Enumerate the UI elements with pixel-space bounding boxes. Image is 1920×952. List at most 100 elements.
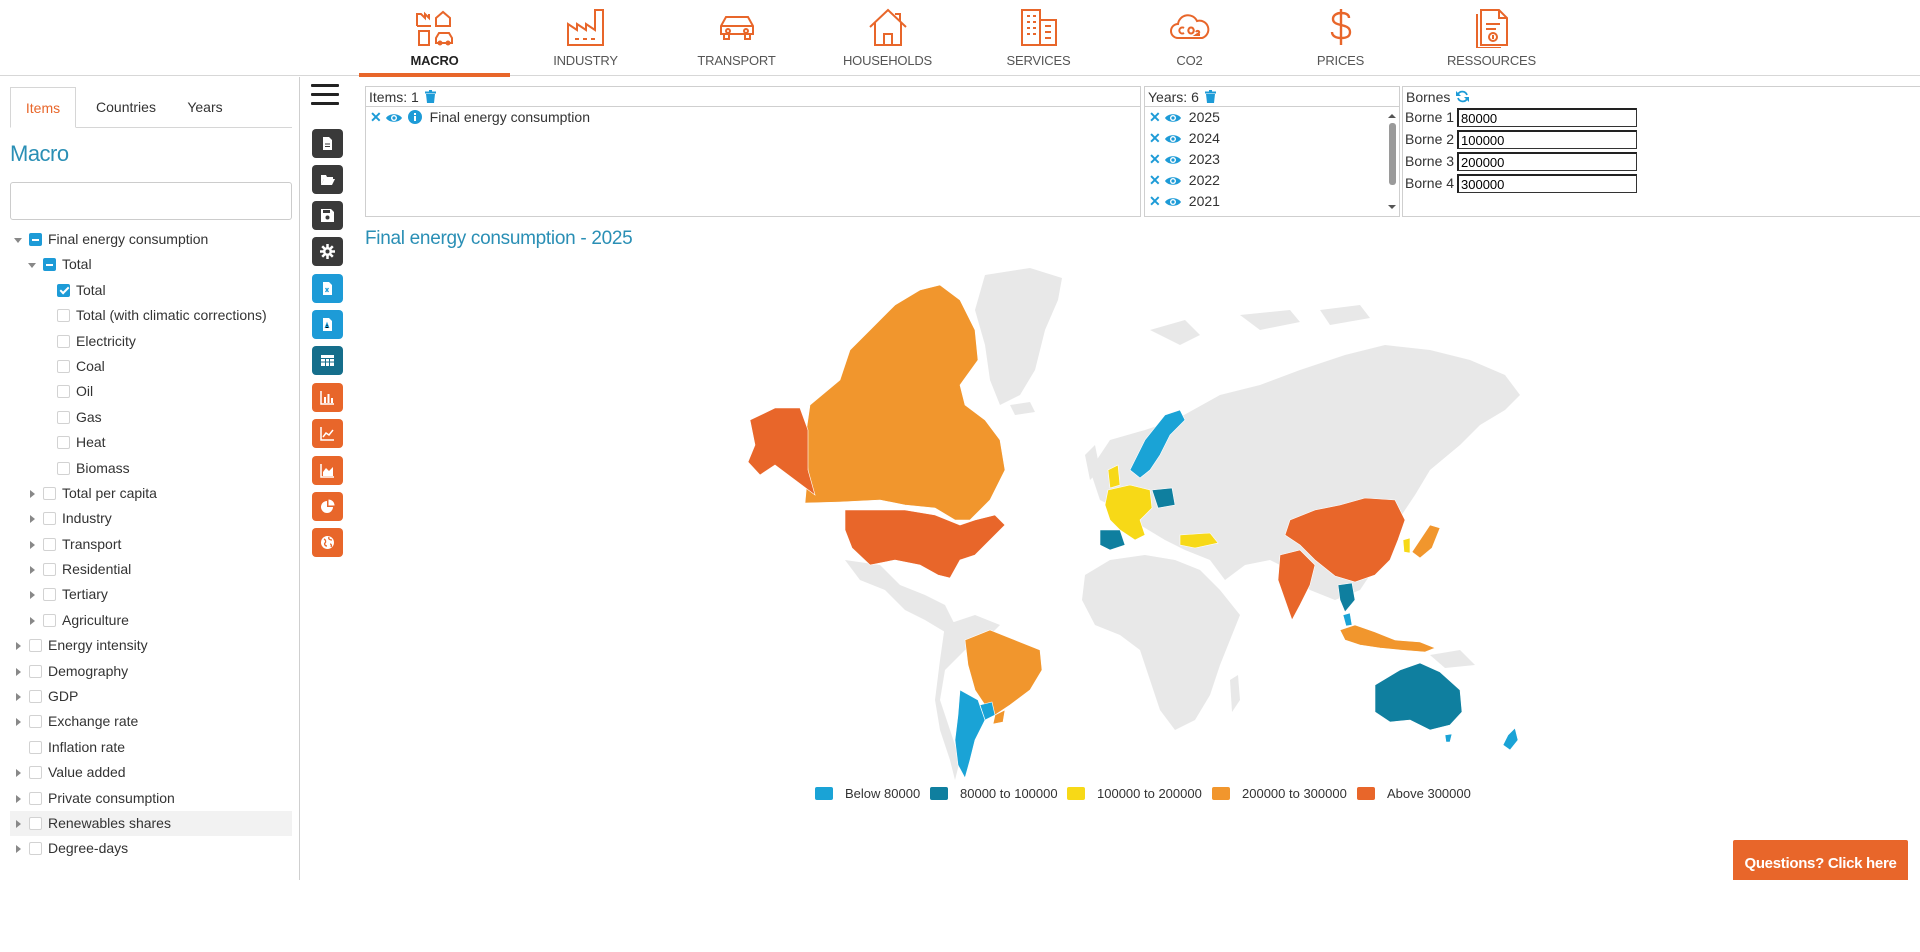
table-view-button[interactable] (312, 346, 343, 375)
eye-icon[interactable] (1164, 112, 1181, 124)
tree-checkbox[interactable] (57, 436, 70, 450)
tree-item[interactable]: Oil (10, 379, 292, 404)
tree-item[interactable]: Tertiary (10, 582, 292, 607)
tree-checkbox[interactable] (43, 486, 56, 500)
tree-item[interactable]: Energy intensity (10, 633, 292, 658)
tree-item[interactable]: Gas (10, 405, 292, 430)
tree-item[interactable]: Renewables shares (10, 810, 292, 837)
tree-checkbox[interactable] (57, 385, 70, 399)
tree-checkbox[interactable] (43, 613, 56, 627)
tree-checkbox[interactable] (29, 690, 42, 704)
pdf-export-button[interactable] (312, 310, 343, 339)
eye-icon[interactable] (1164, 154, 1181, 166)
nav-prices[interactable]: PRICES (1265, 0, 1416, 76)
expand-caret-icon[interactable] (16, 718, 21, 727)
legend-item[interactable]: Below 80000 (815, 784, 920, 804)
trash-icon[interactable] (1204, 90, 1216, 103)
region-canada[interactable] (804, 284, 1006, 521)
region-tasmania[interactable] (1444, 733, 1453, 743)
info-icon[interactable] (407, 110, 422, 124)
tree-item[interactable]: Total per capita (10, 481, 292, 506)
scroll-down-arrow-icon[interactable] (1387, 203, 1397, 211)
tree-item[interactable]: Total (10, 252, 292, 277)
remove-icon[interactable]: ✕ (1149, 149, 1161, 170)
region-new-zealand[interactable] (1502, 727, 1519, 751)
tree-checkbox[interactable] (57, 410, 70, 424)
borne-1-input[interactable] (1457, 108, 1637, 127)
borne-3-input[interactable] (1457, 152, 1637, 171)
tree-checkbox[interactable] (57, 309, 70, 323)
expand-caret-icon[interactable] (16, 667, 21, 676)
tree-checkbox[interactable] (57, 334, 70, 348)
scroll-thumb[interactable] (1389, 123, 1396, 185)
region-alaska[interactable] (747, 407, 816, 496)
tree-item[interactable]: Total (with climatic corrections) (10, 303, 292, 328)
borne-4-input[interactable] (1457, 174, 1637, 193)
tab-years[interactable]: Years (175, 87, 235, 128)
tree-checkbox[interactable] (29, 816, 42, 830)
bar-chart-button[interactable] (312, 383, 343, 412)
region-argentina[interactable] (954, 689, 986, 779)
legend-item[interactable]: 100000 to 200000 (1067, 784, 1202, 804)
open-folder-button[interactable] (312, 165, 343, 194)
expand-caret-icon[interactable] (16, 693, 21, 702)
expand-caret-icon[interactable] (16, 769, 21, 778)
tab-countries[interactable]: Countries (86, 87, 166, 128)
region-iberia[interactable] (1099, 529, 1126, 551)
new-file-button[interactable] (312, 129, 343, 158)
legend-item[interactable]: Above 300000 (1357, 784, 1471, 804)
excel-export-button[interactable] (312, 274, 343, 303)
remove-icon[interactable]: ✕ (1149, 170, 1161, 191)
save-button[interactable] (312, 201, 343, 230)
region-australia[interactable] (1374, 662, 1463, 731)
hamburger-menu-icon[interactable] (311, 84, 339, 108)
nav-industry[interactable]: INDUSTRY (510, 0, 661, 76)
region-thailand[interactable] (1337, 582, 1356, 613)
expand-caret-icon[interactable] (16, 642, 21, 651)
expand-caret-icon[interactable] (16, 794, 21, 803)
tree-checkbox[interactable] (29, 791, 42, 805)
tree-checkbox[interactable] (43, 512, 56, 526)
region-india[interactable] (1277, 549, 1316, 621)
tree-item[interactable]: Heat (10, 430, 292, 455)
legend-item[interactable]: 80000 to 100000 (930, 784, 1058, 804)
eye-icon[interactable] (1164, 196, 1181, 208)
tree-checkbox[interactable] (43, 588, 56, 602)
tree-checkbox[interactable] (57, 461, 70, 475)
tree-item[interactable]: Value added (10, 760, 292, 785)
tree-item[interactable]: Coal (10, 354, 292, 379)
tree-checkbox[interactable] (29, 233, 42, 246)
tree-checkbox[interactable] (57, 359, 70, 373)
tree-item[interactable]: Total (10, 278, 292, 303)
tree-item[interactable]: Electricity (10, 329, 292, 354)
region-malaysia[interactable] (1342, 612, 1353, 627)
region-japan[interactable] (1411, 524, 1441, 559)
tree-checkbox[interactable] (29, 842, 42, 856)
tree-checkbox[interactable] (43, 563, 56, 577)
tree-item[interactable]: Transport (10, 532, 292, 557)
expand-caret-icon[interactable] (30, 591, 35, 600)
remove-icon[interactable]: ✕ (1149, 107, 1161, 128)
expand-caret-icon[interactable] (16, 819, 21, 828)
borne-2-input[interactable] (1457, 130, 1637, 149)
questions-button[interactable]: Questions? Click here (1733, 840, 1908, 880)
tree-item[interactable]: Agriculture (10, 608, 292, 633)
tree-checkbox[interactable] (29, 766, 42, 780)
tree-item[interactable]: Degree-days (10, 836, 292, 861)
expand-caret-icon[interactable] (30, 566, 35, 575)
tree-checkbox[interactable] (43, 537, 56, 551)
nav-co2[interactable]: CO2 (1114, 0, 1265, 76)
nav-ressources[interactable]: RESSOURCES (1416, 0, 1567, 76)
line-chart-button[interactable] (312, 419, 343, 448)
tree-checkbox[interactable] (29, 664, 42, 678)
tree-search-input[interactable] (10, 182, 292, 220)
nav-macro[interactable]: MACRO (359, 0, 510, 77)
remove-icon[interactable]: ✕ (370, 107, 382, 128)
expand-caret-icon[interactable] (30, 515, 35, 524)
remove-icon[interactable]: ✕ (1149, 128, 1161, 149)
region-korea[interactable] (1402, 537, 1411, 554)
tree-item[interactable]: Private consumption (10, 786, 292, 811)
pie-chart-button[interactable] (312, 492, 343, 521)
expand-caret-icon[interactable] (30, 540, 35, 549)
nav-households[interactable]: HOUSEHOLDS (812, 0, 963, 76)
